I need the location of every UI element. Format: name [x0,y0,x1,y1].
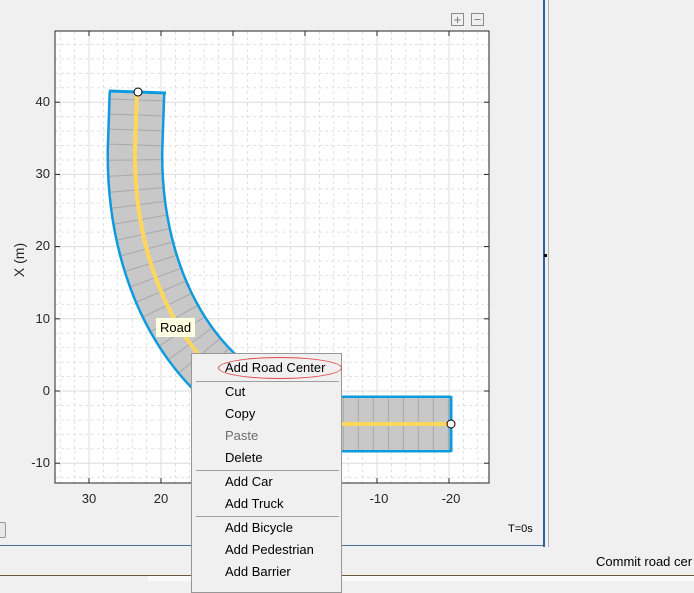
splitter-handle[interactable] [544,254,547,257]
y-axis-label: X (m) [11,242,27,278]
menu-item-add-pedestrian[interactable]: Add Pedestrian [192,539,341,561]
y-tick-label: -10 [31,455,50,470]
menu-item-add-truck[interactable]: Add Truck [192,493,341,515]
road-tooltip: Road [156,318,196,337]
menu-item-delete[interactable]: Delete [192,447,341,469]
menu-item-add-barrier[interactable]: Add Barrier [192,561,341,583]
y-tick-label: 30 [35,166,50,181]
menu-item-copy[interactable]: Copy [192,403,341,425]
panel-toggle-button[interactable] [0,522,6,538]
simulation-time: T=0s [508,523,533,535]
panel-divider [548,0,549,547]
y-tick-label: 40 [35,94,50,109]
menu-item-cut[interactable]: Cut [192,381,341,403]
x-tick-label: -20 [441,491,461,506]
context-menu: Add Road Center Cut Copy Paste Delete Ad… [191,353,342,593]
menu-item-add-bicycle[interactable]: Add Bicycle [192,517,341,539]
status-text: Commit road cer [596,554,693,569]
highlight-ellipse [218,357,342,379]
y-tick-label: 0 [42,383,50,398]
y-tick-label: 10 [35,311,50,326]
x-tick-label: 30 [81,491,97,506]
road-center-handle[interactable] [446,419,456,429]
status-bar [0,547,694,575]
panel-splitter[interactable] [543,0,545,547]
road-center-handle[interactable] [133,87,143,97]
x-tick-label: 20 [153,491,169,506]
menu-item-paste[interactable]: Paste [192,425,341,447]
x-tick-label: -10 [369,491,389,506]
menu-item-add-car[interactable]: Add Car [192,471,341,493]
